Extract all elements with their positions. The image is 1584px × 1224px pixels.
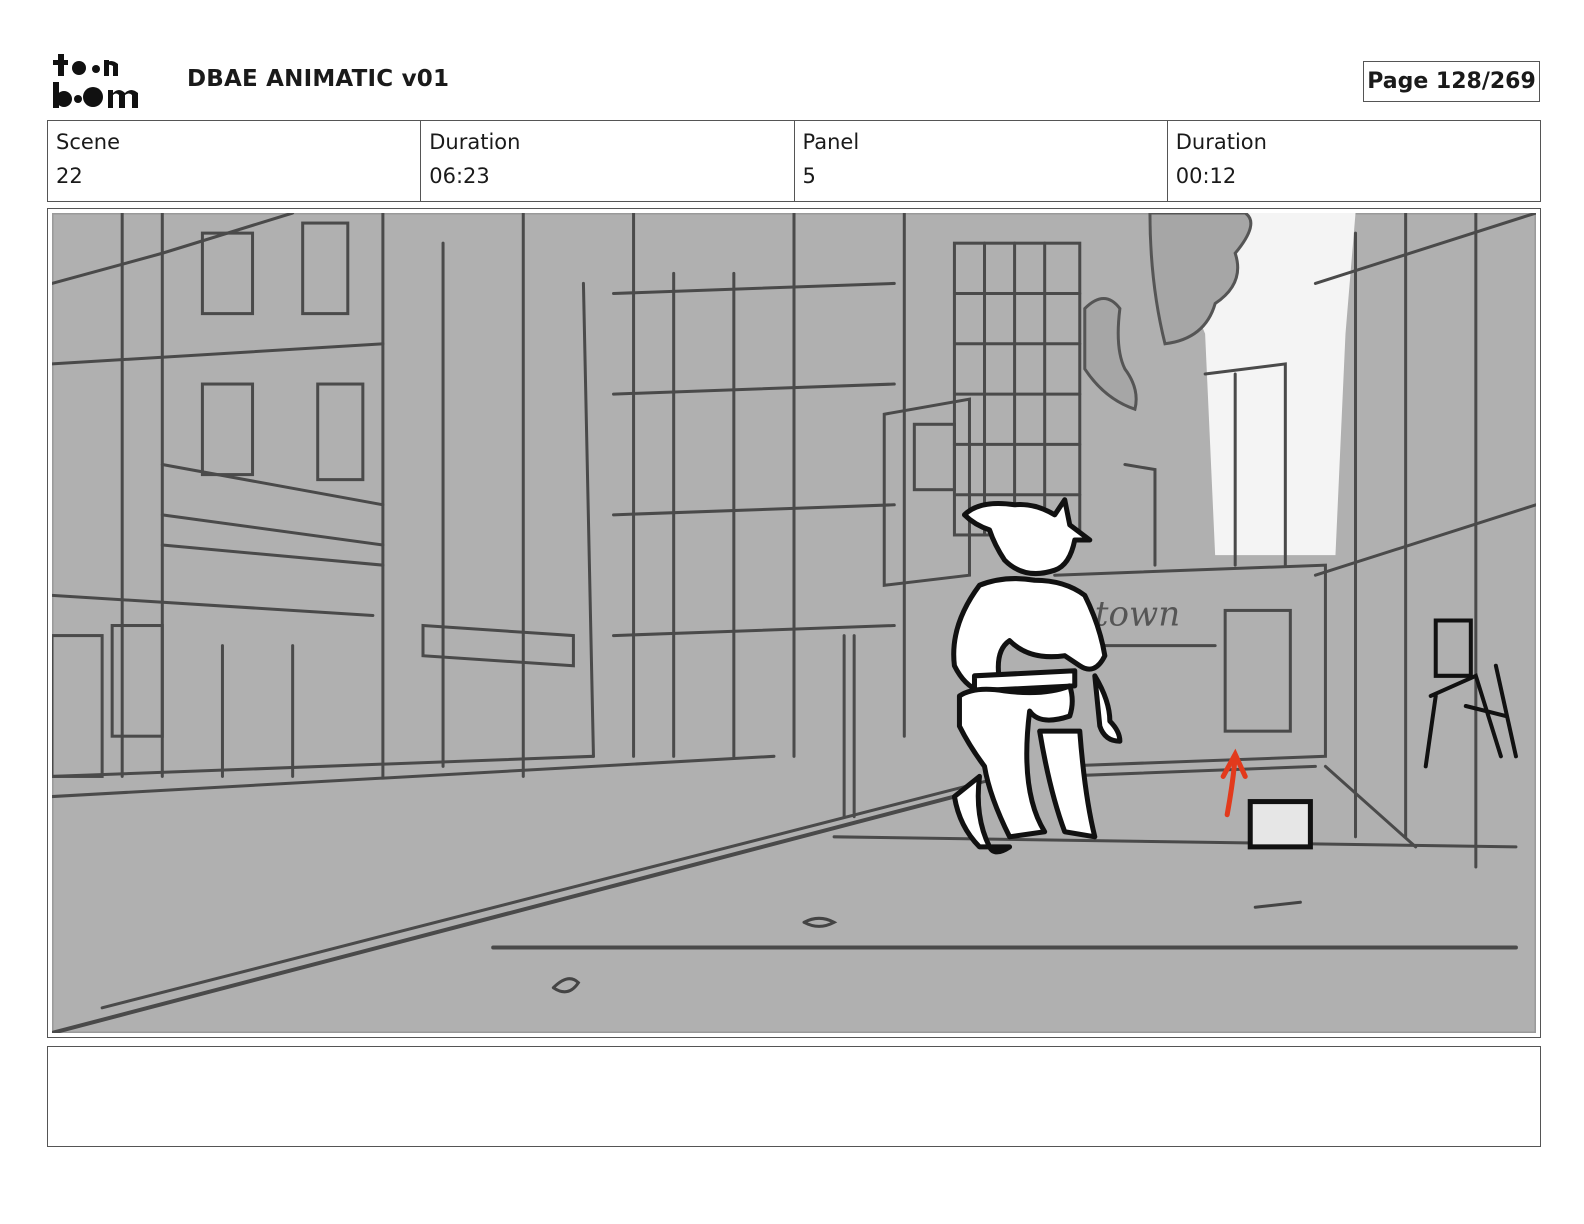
document-title: DBAE ANIMATIC v01: [187, 66, 450, 92]
scene-duration-value: 06:23: [429, 164, 490, 188]
panel-notes[interactable]: [47, 1046, 1541, 1147]
scene-info-table: Scene 22 Duration 06:23 Panel 5 Duration…: [47, 120, 1541, 202]
panel-value: 5: [802, 164, 816, 188]
panel-duration-label: Duration: [1175, 130, 1267, 154]
panel-duration-cell: Duration 00:12: [1168, 121, 1540, 201]
panel-cell: Panel 5: [795, 121, 1168, 201]
panel-label: Panel: [802, 130, 860, 154]
storefront-sign-text: town: [1095, 594, 1180, 634]
scene-duration-cell: Duration 06:23: [421, 121, 795, 201]
box-sketch: [1247, 799, 1313, 850]
scene-cell: Scene 22: [48, 121, 422, 201]
storyboard-sketch: town: [52, 213, 1536, 1033]
scene-label: Scene: [56, 130, 121, 154]
scene-duration-label: Duration: [429, 130, 521, 154]
scene-value: 22: [56, 164, 83, 188]
panel-duration-value: 00:12: [1175, 164, 1237, 188]
page-indicator: Page 128/269: [1363, 61, 1540, 102]
storyboard-panel: town: [47, 208, 1541, 1038]
toonboom-logo: [53, 54, 138, 108]
